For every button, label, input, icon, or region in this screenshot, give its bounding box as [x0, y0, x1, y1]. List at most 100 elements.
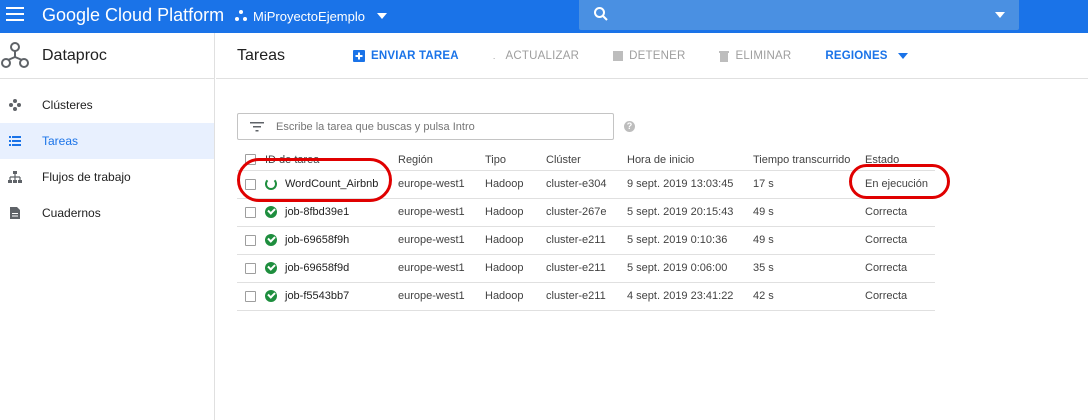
job-status: Correcta [865, 282, 935, 311]
table-row[interactable]: WordCount_Airbnb europe-west1 Hadoop clu… [237, 170, 935, 199]
stop-button[interactable]: DETENER [613, 50, 685, 62]
sidebar-item-label: Cuadernos [42, 206, 101, 220]
table-row[interactable]: job-69658f9d europe-west1 Hadoop cluster… [237, 254, 935, 283]
submit-job-button[interactable]: ENVIAR TAREA [353, 49, 459, 62]
job-cluster: cluster-e211 [546, 226, 627, 255]
brand-title[interactable]: Google Cloud Platform [42, 5, 224, 26]
success-check-icon [265, 206, 277, 219]
filter-placeholder: Escribe la tarea que buscas y pulsa Intr… [276, 120, 475, 133]
row-checkbox[interactable] [245, 234, 256, 246]
table-row[interactable]: job-69658f9h europe-west1 Hadoop cluster… [237, 226, 935, 255]
job-region: europe-west1 [398, 254, 485, 283]
job-id-link[interactable]: WordCount_Airbnb [285, 178, 378, 190]
page-title: Tareas [237, 46, 286, 64]
dataproc-logo-icon [1, 41, 29, 68]
list-icon [9, 136, 21, 146]
project-selector[interactable]: MiProyectoEjemplo [235, 6, 387, 26]
job-id-link[interactable]: job-f5543bb7 [285, 290, 349, 302]
job-region: europe-west1 [398, 226, 485, 255]
product-header: Dataproc [0, 33, 214, 79]
sidebar-item-jobs[interactable]: Tareas [0, 123, 214, 159]
row-checkbox[interactable] [245, 206, 256, 218]
column-header-region[interactable]: Región [398, 150, 485, 171]
sidebar-item-label: Tareas [42, 134, 79, 148]
success-check-icon [265, 290, 277, 303]
delete-button[interactable]: ELIMINAR [719, 50, 791, 62]
column-header-id[interactable]: ID de tarea [265, 150, 398, 171]
table-header-row: ID de tarea Región Tipo Clúster Hora de … [237, 150, 935, 171]
success-check-icon [265, 234, 277, 247]
column-header-elapsed[interactable]: Tiempo transcurrido [753, 150, 865, 171]
workflow-icon [8, 171, 22, 183]
job-type: Hadoop [485, 254, 546, 283]
jobs-table: ID de tarea Región Tipo Clúster Hora de … [237, 150, 935, 311]
chevron-down-icon [897, 52, 908, 59]
job-id-link[interactable]: job-69658f9d [285, 262, 349, 274]
product-title: Dataproc [42, 46, 107, 64]
help-icon[interactable]: ? [624, 121, 635, 132]
select-all-checkbox[interactable] [245, 154, 256, 166]
row-checkbox[interactable] [245, 290, 256, 302]
project-icon [235, 10, 247, 22]
success-check-icon [265, 262, 277, 275]
job-elapsed: 49 s [753, 226, 865, 255]
top-bar: Google Cloud Platform MiProyectoEjemplo [0, 0, 1088, 33]
regions-dropdown[interactable]: REGIONES [825, 50, 908, 62]
job-status: En ejecución [865, 170, 935, 199]
chevron-down-icon [377, 13, 387, 19]
job-start-time: 5 sept. 2019 0:06:00 [627, 254, 753, 283]
table-row[interactable]: job-f5543bb7 europe-west1 Hadoop cluster… [237, 282, 935, 311]
column-header-start[interactable]: Hora de inicio [627, 150, 753, 171]
row-checkbox[interactable] [245, 178, 256, 190]
add-icon [353, 49, 365, 62]
job-region: europe-west1 [398, 170, 485, 199]
job-status: Correcta [865, 226, 935, 255]
menu-icon[interactable] [6, 7, 24, 23]
job-type: Hadoop [485, 226, 546, 255]
column-header-type[interactable]: Tipo [485, 150, 546, 171]
job-start-time: 4 sept. 2019 23:41:22 [627, 282, 753, 311]
notebook-icon [10, 207, 20, 219]
job-region: europe-west1 [398, 282, 485, 311]
table-row[interactable]: job-8fbd39e1 europe-west1 Hadoop cluster… [237, 198, 935, 227]
search-input[interactable] [579, 0, 1019, 30]
sidebar-item-notebooks[interactable]: Cuadernos [0, 195, 214, 231]
clusters-icon [9, 99, 21, 111]
job-status: Correcta [865, 198, 935, 227]
job-region: europe-west1 [398, 198, 485, 227]
job-elapsed: 49 s [753, 198, 865, 227]
job-start-time: 5 sept. 2019 20:15:43 [627, 198, 753, 227]
running-status-icon [265, 178, 277, 191]
sidebar-item-clusters[interactable]: Clústeres [0, 87, 214, 123]
job-id-link[interactable]: job-8fbd39e1 [285, 206, 349, 218]
job-elapsed: 17 s [753, 170, 865, 199]
toolbar: Tareas ENVIAR TAREA . ACTUALIZAR DETENER… [216, 33, 1088, 79]
job-status: Correcta [865, 254, 935, 283]
filter-icon [250, 121, 264, 131]
sidebar-item-label: Clústeres [42, 98, 93, 112]
column-header-status[interactable]: Estado [865, 150, 935, 171]
filter-input[interactable]: Escribe la tarea que buscas y pulsa Intr… [237, 113, 614, 140]
job-start-time: 5 sept. 2019 0:10:36 [627, 226, 753, 255]
sidebar-item-workflows[interactable]: Flujos de trabajo [0, 159, 214, 195]
job-cluster: cluster-267e [546, 198, 627, 227]
job-cluster: cluster-e211 [546, 254, 627, 283]
trash-icon [719, 50, 730, 62]
job-type: Hadoop [485, 170, 546, 199]
job-type: Hadoop [485, 282, 546, 311]
column-header-cluster[interactable]: Clúster [546, 150, 627, 171]
main-content: Tareas ENVIAR TAREA . ACTUALIZAR DETENER… [216, 33, 1088, 420]
stop-icon [613, 50, 624, 61]
row-checkbox[interactable] [245, 262, 256, 274]
search-icon [594, 7, 608, 21]
job-type: Hadoop [485, 198, 546, 227]
refresh-button[interactable]: . ACTUALIZAR [493, 50, 579, 62]
sidebar: Dataproc Clústeres Tareas Flujos de trab… [0, 33, 215, 420]
job-cluster: cluster-e211 [546, 282, 627, 311]
sidebar-item-label: Flujos de trabajo [42, 170, 131, 184]
job-id-link[interactable]: job-69658f9h [285, 234, 349, 246]
refresh-icon: . [492, 50, 496, 61]
job-elapsed: 42 s [753, 282, 865, 311]
job-elapsed: 35 s [753, 254, 865, 283]
search-dropdown-icon[interactable] [995, 12, 1005, 18]
